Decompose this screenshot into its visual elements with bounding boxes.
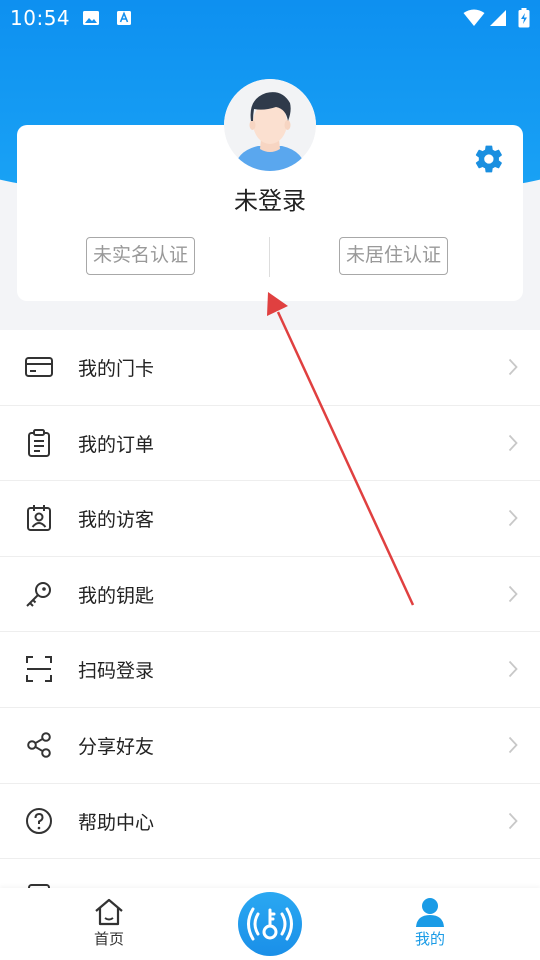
gallery-notification-icon (83, 11, 99, 25)
menu-item-share[interactable]: 分享好友 (0, 708, 540, 784)
center-button-inner (238, 892, 302, 956)
avatar[interactable] (224, 79, 316, 171)
card-icon (25, 357, 53, 377)
tab-home[interactable]: 首页 (69, 888, 149, 960)
menu-item-label: 我的钥匙 (78, 584, 155, 607)
real-name-cert-badge[interactable]: 未实名认证 (86, 237, 196, 275)
menu-item-help[interactable]: 帮助中心 (0, 784, 540, 860)
settings-gear-icon[interactable] (473, 143, 505, 175)
menu-item-scan-login[interactable]: 扫码登录 (0, 632, 540, 708)
chevron-right-icon (508, 736, 518, 754)
menu-item-label: 分享好友 (78, 735, 155, 758)
chevron-right-icon (508, 358, 518, 376)
user-icon (416, 898, 444, 927)
home-icon (95, 898, 123, 926)
status-time: 10:54 (10, 6, 71, 30)
menu-item-label: 扫码登录 (78, 660, 155, 683)
wifi-icon (463, 9, 485, 26)
status-bar: 10:54 (0, 0, 540, 36)
menu-item-visitors[interactable]: 我的访客 (0, 481, 540, 557)
font-notification-icon (117, 11, 131, 25)
menu-item-label: 帮助中心 (78, 811, 155, 834)
chevron-right-icon (508, 510, 518, 527)
chevron-right-icon (508, 434, 518, 451)
signal-icon (490, 10, 506, 26)
user-avatar-icon (224, 79, 316, 171)
cert-divider (269, 237, 270, 277)
chevron-right-icon (508, 812, 518, 829)
tab-mine[interactable]: 我的 (390, 888, 470, 960)
menu-item-label: 我的访客 (78, 509, 155, 532)
menu-item-door-card[interactable]: 我的门卡 (0, 330, 540, 406)
menu-item-keys[interactable]: 我的钥匙 (0, 557, 540, 633)
key-icon (26, 581, 51, 607)
wireless-unlock-icon (247, 907, 293, 941)
menu-item-orders[interactable]: 我的订单 (0, 406, 540, 482)
login-status-title[interactable]: 未登录 (17, 181, 523, 216)
menu-item-label: 我的门卡 (78, 358, 155, 380)
visitor-badge-icon (27, 505, 51, 532)
help-icon (26, 807, 52, 834)
chevron-right-icon (508, 585, 518, 602)
tab-mine-label: 我的 (414, 930, 445, 948)
menu-item-label: 我的订单 (78, 433, 155, 456)
scan-icon (26, 656, 52, 683)
battery-charging-icon (518, 8, 530, 28)
residence-cert-badge[interactable]: 未居住认证 (339, 237, 449, 275)
tab-home-label: 首页 (93, 930, 124, 948)
clipboard-icon (28, 428, 50, 457)
chevron-right-icon (508, 661, 518, 678)
center-open-door-button[interactable] (234, 888, 306, 960)
share-icon (27, 732, 51, 758)
menu-list: 我的门卡 我的订单 我的访客 我的钥匙 扫码登录 分享好友 帮助中心 (0, 330, 540, 911)
